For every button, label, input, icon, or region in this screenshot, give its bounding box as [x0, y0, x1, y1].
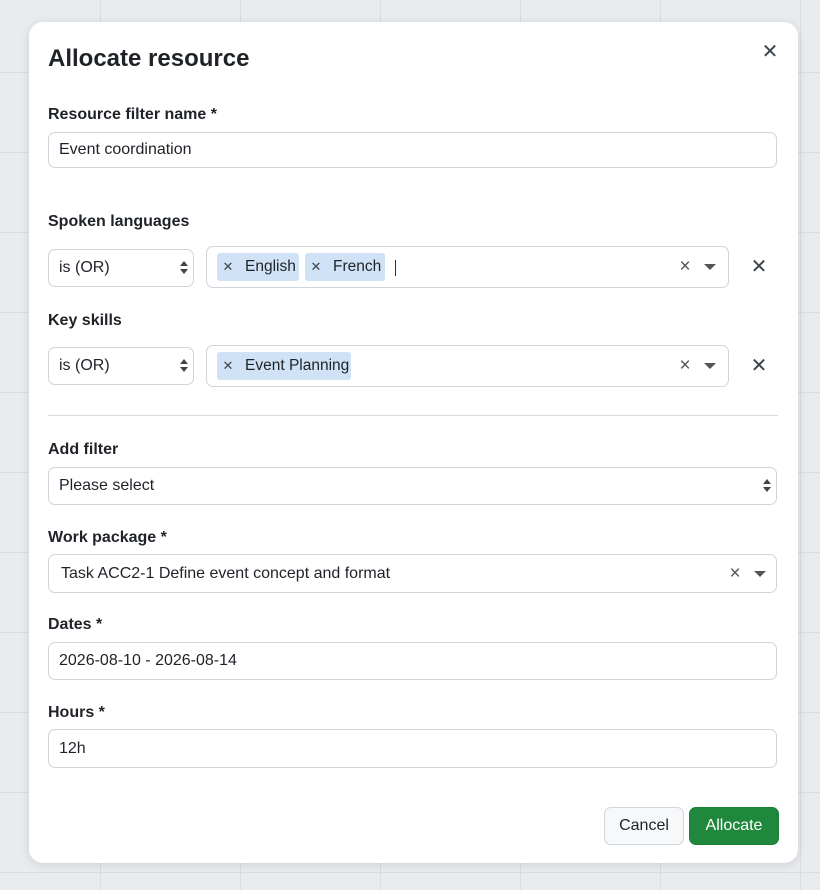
key-skills-operator-select[interactable]: is (OR) [48, 347, 194, 385]
work-package-value: Task ACC2-1 Define event concept and for… [61, 565, 391, 582]
chevron-down-icon[interactable] [704, 264, 716, 270]
chip-remove-icon[interactable]: ✕ [217, 253, 239, 281]
chevron-down-icon[interactable] [754, 571, 766, 577]
allocate-button[interactable]: Allocate [689, 807, 779, 845]
chip-event-planning: ✕ Event Planning [217, 352, 351, 380]
chip-label: Event Planning [245, 357, 350, 374]
work-package-select[interactable]: Task ACC2-1 Define event concept and for… [48, 554, 777, 593]
divider [48, 415, 778, 416]
chip-label: French [333, 258, 382, 275]
hours-label: Hours * [48, 704, 105, 721]
spoken-languages-label: Spoken languages [48, 213, 190, 230]
chip-label: English [245, 258, 296, 275]
resource-filter-name-input[interactable]: Event coordination [48, 132, 777, 168]
allocate-resource-dialog: Allocate resource ✕ Resource filter name… [29, 22, 798, 863]
hours-input[interactable]: 12h [48, 729, 777, 768]
remove-filter-icon[interactable]: ✕ [749, 257, 769, 277]
chip-remove-icon[interactable]: ✕ [305, 253, 327, 281]
add-filter-select[interactable]: Please select [48, 467, 777, 505]
add-filter-label: Add filter [48, 441, 119, 458]
dates-input[interactable]: 2026-08-10 - 2026-08-14 [48, 642, 777, 680]
close-icon[interactable]: ✕ [760, 42, 780, 62]
sort-arrows-icon [179, 260, 189, 276]
chip-english: ✕ English [217, 253, 299, 281]
chevron-down-icon[interactable] [704, 363, 716, 369]
clear-selection-icon[interactable]: × [728, 564, 742, 584]
clear-selection-icon[interactable]: × [678, 257, 692, 277]
chip-remove-icon[interactable]: ✕ [217, 352, 239, 380]
spoken-languages-multiselect[interactable]: ✕ English ✕ French × [206, 246, 729, 288]
spoken-languages-operator-select[interactable]: is (OR) [48, 249, 194, 287]
add-filter-value: Please select [59, 477, 155, 494]
key-skills-multiselect[interactable]: ✕ Event Planning × [206, 345, 729, 387]
cancel-button[interactable]: Cancel [604, 807, 684, 845]
text-cursor [395, 260, 396, 276]
sort-arrows-icon [762, 478, 772, 494]
chip-french: ✕ French [305, 253, 385, 281]
dialog-title: Allocate resource [48, 45, 250, 72]
key-skills-label: Key skills [48, 312, 122, 329]
clear-selection-icon[interactable]: × [678, 356, 692, 376]
remove-filter-icon[interactable]: ✕ [749, 356, 769, 376]
resource-filter-name-label: Resource filter name * [48, 106, 217, 123]
sort-arrows-icon [179, 358, 189, 374]
work-package-label: Work package * [48, 529, 167, 546]
dates-label: Dates * [48, 616, 103, 633]
spoken-languages-operator-value: is (OR) [59, 259, 110, 276]
key-skills-operator-value: is (OR) [59, 357, 110, 374]
